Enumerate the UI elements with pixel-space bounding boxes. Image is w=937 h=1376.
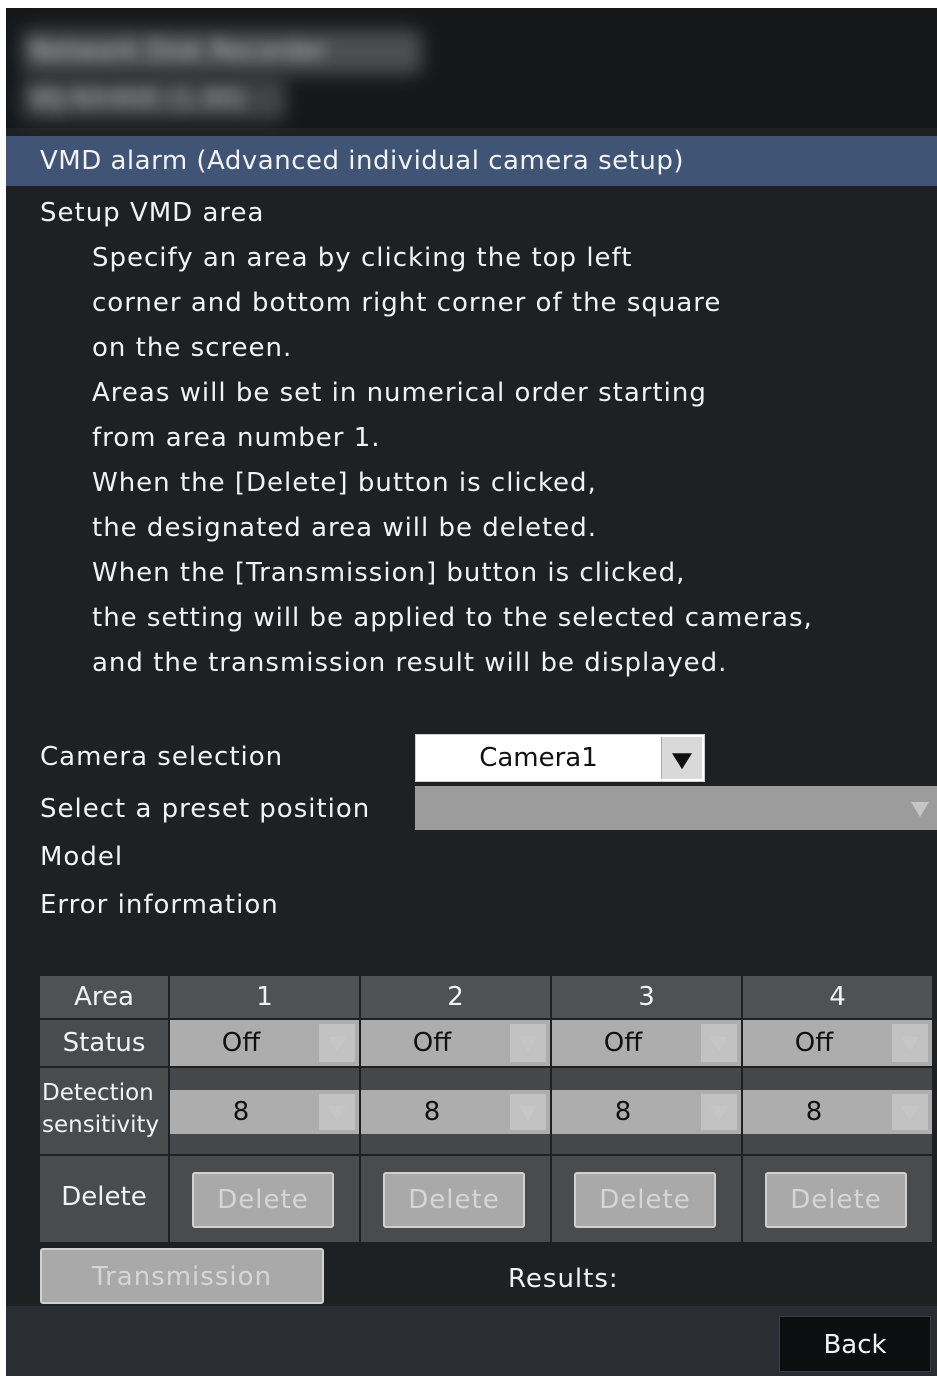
delete-button-area-4[interactable]: Delete [765, 1172, 907, 1228]
instruction-line: on the screen. [92, 333, 293, 363]
area-number: 1 [256, 982, 273, 1012]
sensitivity-dropdown-area-2[interactable]: 8 [361, 1090, 550, 1134]
dropdown-arrow[interactable] [892, 1094, 928, 1130]
error-information-label: Error information [40, 890, 279, 920]
chevron-down-icon [672, 753, 692, 770]
area-number: 3 [638, 982, 655, 1012]
instruction-line: the designated area will be deleted. [92, 513, 597, 543]
detection-label-line-1: Detection [42, 1080, 154, 1106]
sensitivity-value: 8 [423, 1097, 441, 1127]
instruction-line: the setting will be applied to the selec… [92, 603, 813, 633]
chevron-down-icon [911, 802, 929, 817]
status-label-cell: Status [40, 1020, 168, 1066]
instruction-line: When the [Delete] button is clicked, [92, 468, 597, 498]
back-button[interactable]: Back [779, 1316, 931, 1372]
sensitivity-dropdown-area-4[interactable]: 8 [743, 1090, 932, 1134]
model-label: Model [40, 842, 124, 872]
chevron-down-icon [519, 1037, 537, 1052]
status-dropdown-area-3[interactable]: Off [552, 1020, 741, 1066]
header-line-1: Network Disk Recorder [30, 36, 328, 66]
sensitivity-dropdown-area-1[interactable]: 8 [170, 1090, 359, 1134]
sensitivity-cell: 8 [361, 1068, 550, 1154]
dropdown-arrow[interactable] [319, 1094, 355, 1130]
window: Network Disk Recorder WJ-NX400 (1.00) VM… [6, 8, 937, 1376]
status-dropdown-area-2[interactable]: Off [361, 1020, 550, 1066]
preset-position-label: Select a preset position [40, 794, 371, 824]
instruction-line: and the transmission result will be disp… [92, 648, 728, 678]
sensitivity-cell: 8 [743, 1068, 932, 1154]
delete-cell: Delete [743, 1156, 932, 1242]
dropdown-arrow[interactable] [701, 1094, 737, 1130]
page-title: VMD alarm (Advanced individual camera se… [40, 146, 684, 176]
instruction-line: When the [Transmission] button is clicke… [92, 558, 686, 588]
area-number: 4 [829, 982, 846, 1012]
area-number-cell: 2 [361, 976, 550, 1018]
delete-button-area-2[interactable]: Delete [383, 1172, 525, 1228]
status-dropdown-area-1[interactable]: Off [170, 1020, 359, 1066]
area-number-cell: 4 [743, 976, 932, 1018]
dropdown-arrow[interactable] [510, 1024, 546, 1062]
camera-selection-value: Camera1 [479, 743, 598, 773]
status-value: Off [221, 1028, 261, 1058]
area-number-cell: 3 [552, 976, 741, 1018]
header-line-2: WJ-NX400 (1.00) [30, 84, 246, 114]
status-value: Off [794, 1028, 834, 1058]
area-header-label: Area [74, 982, 134, 1012]
delete-cell: Delete [361, 1156, 550, 1242]
status-value: Off [603, 1028, 643, 1058]
delete-label-cell: Delete [40, 1156, 168, 1242]
dropdown-arrow[interactable] [661, 737, 702, 779]
sensitivity-dropdown-area-3[interactable]: 8 [552, 1090, 741, 1134]
delete-button-area-3[interactable]: Delete [574, 1172, 716, 1228]
camera-selection-label: Camera selection [40, 742, 284, 772]
area-header-cell: Area [40, 976, 168, 1018]
status-dropdown-area-4[interactable]: Off [743, 1020, 932, 1066]
detection-label-line-2: sensitivity [42, 1112, 160, 1138]
chevron-down-icon [328, 1106, 346, 1121]
sensitivity-cell: 8 [170, 1068, 359, 1154]
dropdown-arrow[interactable] [510, 1094, 546, 1130]
preset-position-dropdown[interactable] [415, 786, 937, 830]
status-label: Status [62, 1028, 146, 1058]
area-number-cell: 1 [170, 976, 359, 1018]
delete-cell: Delete [170, 1156, 359, 1242]
area-number: 2 [447, 982, 464, 1012]
dropdown-arrow[interactable] [701, 1024, 737, 1062]
chevron-down-icon [901, 1106, 919, 1121]
chevron-down-icon [710, 1106, 728, 1121]
instruction-line: from area number 1. [92, 423, 381, 453]
instruction-line: corner and bottom right corner of the sq… [92, 288, 722, 318]
delete-label: Delete [61, 1182, 147, 1212]
sensitivity-value: 8 [805, 1097, 823, 1127]
detection-sensitivity-label-cell: Detection sensitivity [40, 1068, 168, 1154]
chevron-down-icon [901, 1037, 919, 1052]
transmission-button[interactable]: Transmission [40, 1248, 324, 1304]
chevron-down-icon [519, 1106, 537, 1121]
sensitivity-cell: 8 [552, 1068, 741, 1154]
status-value: Off [412, 1028, 452, 1058]
dropdown-arrow[interactable] [319, 1024, 355, 1062]
instruction-line: Areas will be set in numerical order sta… [92, 378, 707, 408]
delete-cell: Delete [552, 1156, 741, 1242]
sensitivity-value: 8 [232, 1097, 250, 1127]
instructions-heading: Setup VMD area [40, 198, 265, 228]
instruction-line: Specify an area by clicking the top left [92, 243, 633, 273]
header-bar: Network Disk Recorder WJ-NX400 (1.00) [6, 8, 937, 128]
dropdown-arrow[interactable] [903, 786, 937, 830]
delete-button-area-1[interactable]: Delete [192, 1172, 334, 1228]
results-label: Results: [508, 1264, 619, 1294]
camera-selection-dropdown[interactable]: Camera1 [415, 734, 705, 782]
sensitivity-value: 8 [614, 1097, 632, 1127]
chevron-down-icon [710, 1037, 728, 1052]
dropdown-arrow[interactable] [892, 1024, 928, 1062]
chevron-down-icon [328, 1037, 346, 1052]
